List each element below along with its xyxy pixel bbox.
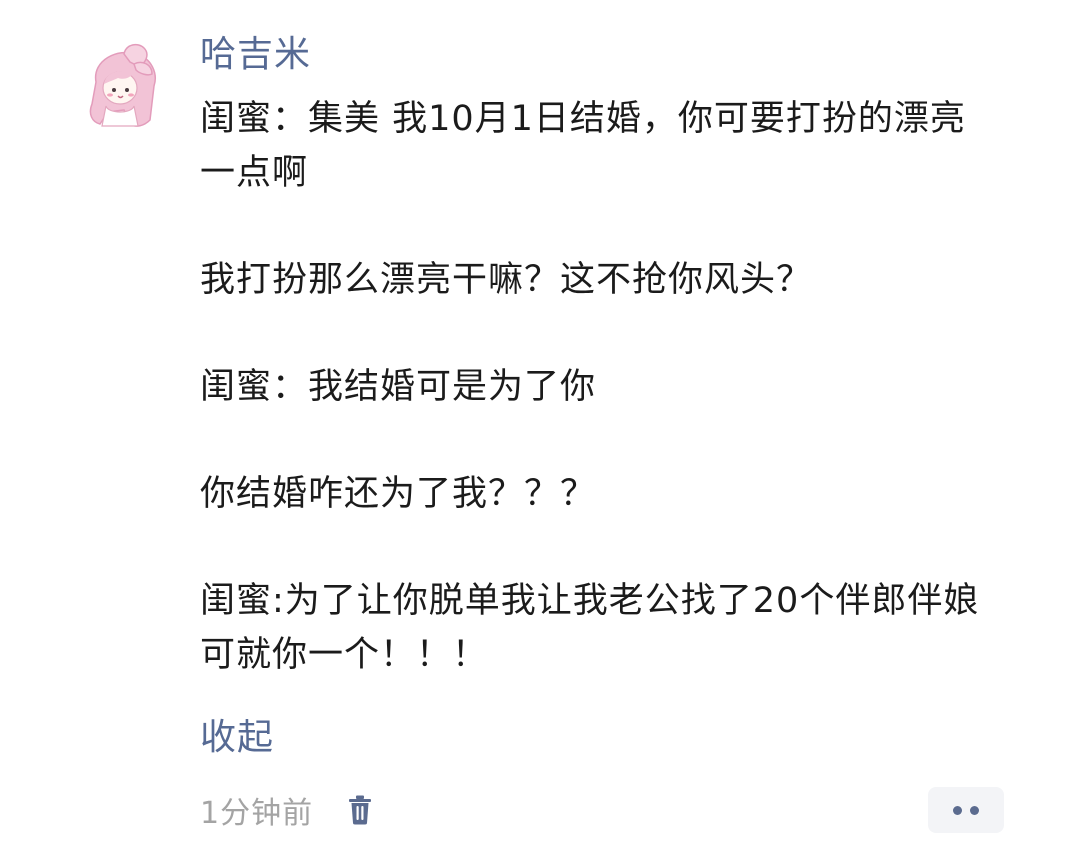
comment-paragraph: 你结婚咋还为了我？？？ [200,474,597,514]
collapse-link[interactable]: 收起 [200,713,274,763]
comment-card: 哈吉米 闺蜜：集美 我10月1日结婚，你可要打扮的漂亮一点啊 我打扮那么漂亮干嘛… [0,0,1080,843]
avatar[interactable] [78,40,168,130]
comment-paragraph: 闺蜜：集美 我10月1日结婚，你可要打扮的漂亮一点啊 [200,99,966,193]
more-button[interactable] [928,787,1004,833]
timestamp: 1分钟前 [200,796,314,831]
more-dots-icon [970,805,979,815]
comment-meta: 1分钟前 [200,788,373,832]
comment-content: 闺蜜：集美 我10月1日结婚，你可要打扮的漂亮一点啊 我打扮那么漂亮干嘛？这不抢… [200,92,1000,735]
more-dots-icon [953,805,962,815]
comment-paragraph: 闺蜜:为了让你脱单我让我老公找了20个伴郎伴娘可就你一个！！！ [200,581,980,675]
comment-paragraph: 闺蜜：我结婚可是为了你 [200,367,597,407]
username[interactable]: 哈吉米 [200,30,311,80]
trash-icon[interactable] [347,795,373,825]
comment-paragraph: 我打扮那么漂亮干嘛？这不抢你风头？ [200,260,813,300]
